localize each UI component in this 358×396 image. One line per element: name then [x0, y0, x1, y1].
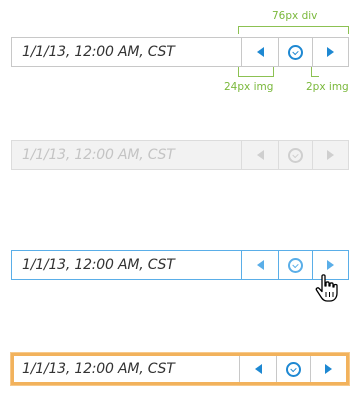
- clock-button: [278, 141, 312, 169]
- clock-button[interactable]: [278, 251, 312, 279]
- triangle-left-icon: [256, 260, 264, 270]
- triangle-right-icon: [325, 364, 332, 374]
- triangle-right-icon: [327, 150, 334, 160]
- previous-button[interactable]: [241, 251, 278, 279]
- datetime-picker-normal: 1/1/13, 12:00 AM, CST: [11, 37, 349, 67]
- clock-icon: [288, 147, 303, 163]
- annotation-div-bracket: [238, 26, 349, 27]
- datetime-value[interactable]: 1/1/13, 12:00 AM, CST: [12, 38, 241, 66]
- annotation-gap-bracket: [311, 76, 319, 77]
- datetime-picker-hover: 1/1/13, 12:00 AM, CST: [11, 250, 349, 280]
- datetime-value[interactable]: 1/1/13, 12:00 AM, CST: [12, 251, 241, 279]
- clock-icon: [288, 257, 303, 273]
- previous-button[interactable]: [241, 38, 278, 66]
- clock-icon: [288, 44, 303, 60]
- annotation-div-width: 76px div: [272, 10, 318, 22]
- triangle-right-icon: [327, 260, 334, 270]
- annotation-div-bracket-left: [238, 26, 239, 34]
- annotation-img-bracket-right: [273, 67, 274, 77]
- datetime-value: 1/1/13, 12:00 AM, CST: [22, 147, 175, 163]
- datetime-value[interactable]: 1/1/13, 12:00 AM, CST: [14, 356, 239, 382]
- previous-button: [241, 141, 278, 169]
- previous-button[interactable]: [239, 356, 276, 382]
- triangle-left-icon: [254, 364, 262, 374]
- clock-button[interactable]: [276, 356, 310, 382]
- datetime-picker-focus: 1/1/13, 12:00 AM, CST: [11, 353, 349, 385]
- triangle-right-icon: [327, 47, 334, 57]
- annotation-img-width: 24px img: [224, 81, 274, 93]
- next-button[interactable]: [312, 38, 348, 66]
- next-button[interactable]: [310, 356, 346, 382]
- hand-pointer-icon: [315, 274, 338, 302]
- next-button: [312, 141, 348, 169]
- annotation-img-bracket: [238, 76, 274, 77]
- triangle-left-icon: [256, 47, 264, 57]
- datetime-picker-disabled: 1/1/13, 12:00 AM, CST: [11, 140, 349, 170]
- annotation-gap-width: 2px img: [306, 81, 349, 93]
- clock-icon: [286, 361, 301, 377]
- annotation-div-bracket-right: [348, 26, 349, 34]
- clock-button[interactable]: [278, 38, 312, 66]
- triangle-left-icon: [256, 150, 264, 160]
